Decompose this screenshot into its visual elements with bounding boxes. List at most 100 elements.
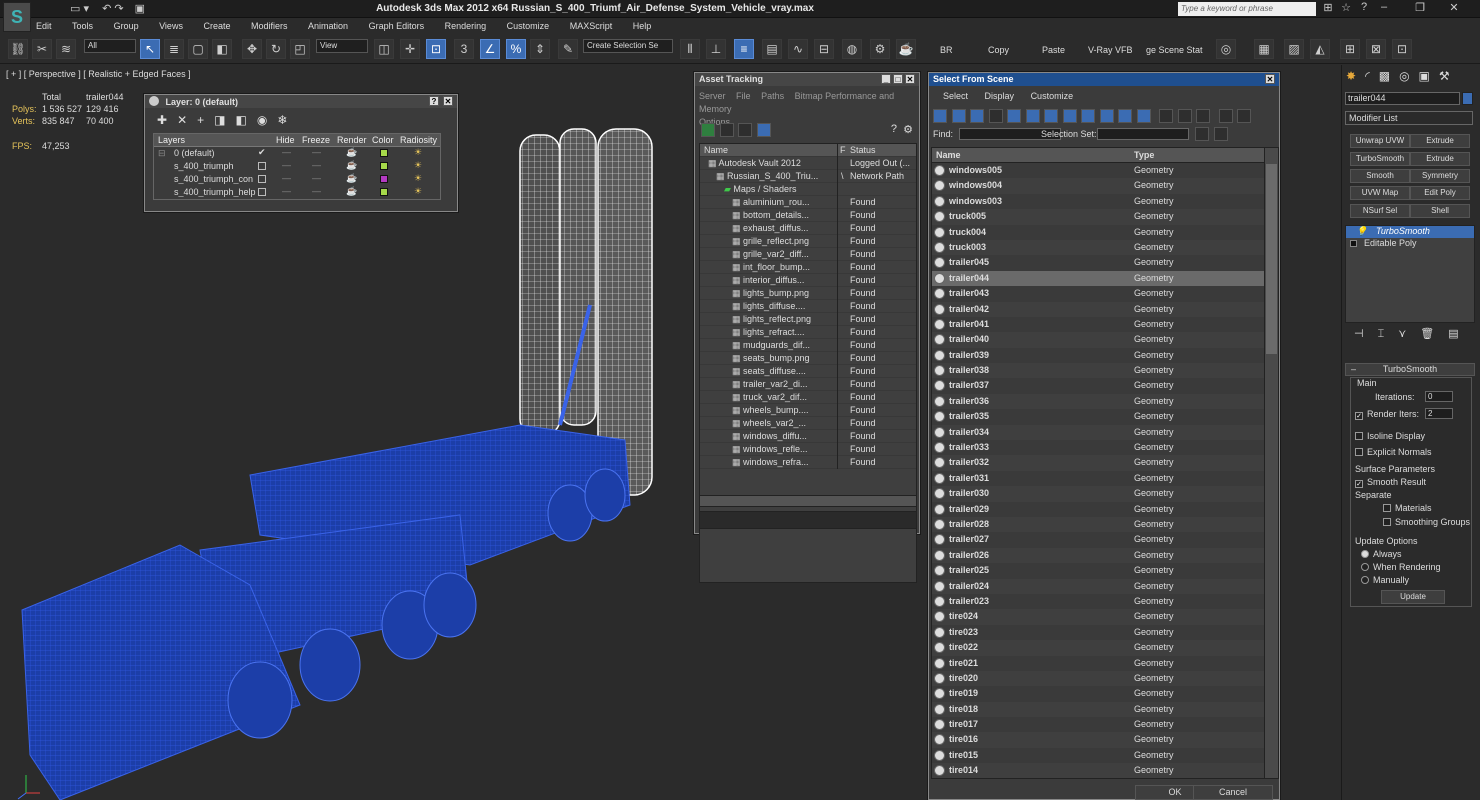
layer-window-titlebar[interactable]: Layer: 0 (default) ? ✕ bbox=[145, 95, 457, 108]
asset-row[interactable]: ▦ Autodesk Vault 2012 Logged Out (... bbox=[700, 157, 916, 170]
menu-graph-editors[interactable]: Graph Editors bbox=[365, 19, 429, 33]
layer-manager-icon[interactable]: ≡ bbox=[734, 39, 754, 59]
freeze-all-icon[interactable]: ❄ bbox=[277, 113, 297, 127]
scene-row[interactable]: trailer024 Geometry bbox=[932, 578, 1278, 594]
scene-row[interactable]: tire021 Geometry bbox=[932, 656, 1278, 671]
col-name[interactable]: Name bbox=[936, 150, 961, 160]
layer-row[interactable]: s_400_triumph — — ☕ ☀ bbox=[154, 160, 440, 173]
paste-label[interactable]: Paste bbox=[1042, 45, 1065, 55]
select-menu-display[interactable]: Display bbox=[985, 91, 1015, 101]
edit-poly-button[interactable]: Edit Poly bbox=[1410, 186, 1470, 200]
asset-row[interactable]: ▦ mudguards_dif... Found bbox=[700, 339, 916, 352]
asset-settings-icon[interactable]: ⚙ bbox=[903, 123, 913, 136]
materials-row[interactable]: Materials bbox=[1383, 503, 1432, 513]
percent-snap-icon[interactable]: % bbox=[506, 39, 526, 59]
angle-snap-icon[interactable]: ∠ bbox=[480, 39, 500, 59]
filter-frozen-icon[interactable] bbox=[1118, 109, 1133, 123]
thumbnail-icon[interactable] bbox=[738, 123, 753, 137]
scale-icon[interactable]: ◰ bbox=[290, 39, 310, 59]
always-radio[interactable] bbox=[1361, 550, 1369, 558]
br-label[interactable]: BR bbox=[940, 45, 953, 55]
col-hide[interactable]: Hide bbox=[276, 135, 295, 145]
scene-row[interactable]: trailer032 Geometry bbox=[932, 455, 1278, 471]
filter-xrefs-icon[interactable] bbox=[1062, 109, 1077, 123]
manually-row[interactable]: Manually bbox=[1361, 575, 1409, 585]
object-name-field[interactable]: trailer044 bbox=[1345, 92, 1460, 105]
quick-access-toolbar[interactable]: ▭ ▾ ↶ ↷ ▣ bbox=[70, 2, 180, 16]
close-button[interactable]: ✕ bbox=[1446, 1, 1462, 16]
render-iters-checkbox[interactable]: ✓ bbox=[1355, 412, 1363, 420]
scene-row[interactable]: truck005 Geometry bbox=[932, 209, 1278, 225]
hide-toggle[interactable]: — bbox=[282, 160, 291, 170]
scene-row[interactable]: truck003 Geometry bbox=[932, 239, 1278, 256]
configure-modifier-sets-icon[interactable]: ▤ bbox=[1448, 328, 1472, 340]
asset-row[interactable]: ▦ trailer_var2_di... Found bbox=[700, 378, 916, 391]
radiosity-icon[interactable]: ☀ bbox=[414, 173, 422, 184]
filter-helpers-icon[interactable] bbox=[1007, 109, 1022, 123]
help-icon[interactable]: ? bbox=[1356, 1, 1372, 16]
asset-row[interactable]: ▦ int_floor_bump... Found bbox=[700, 261, 916, 274]
scene-row[interactable]: tire015 Geometry bbox=[932, 748, 1278, 763]
col-freeze[interactable]: Freeze bbox=[302, 135, 330, 145]
highlight-layer-icon[interactable]: ◧ bbox=[235, 113, 256, 127]
project-icon[interactable]: ▣ bbox=[135, 3, 145, 15]
asset-row[interactable]: ▦ interior_diffus... Found bbox=[700, 274, 916, 287]
edit-named-selection-icon[interactable]: ✎ bbox=[558, 39, 578, 59]
list-icon[interactable] bbox=[719, 123, 734, 137]
hide-toggle[interactable]: — bbox=[282, 173, 291, 183]
hide-all-icon[interactable]: ◉ bbox=[257, 113, 277, 127]
asset-col-name[interactable]: Name bbox=[700, 144, 838, 157]
freeze-toggle[interactable]: — bbox=[312, 160, 321, 170]
asset-help-icon[interactable]: ? bbox=[891, 123, 897, 135]
create-layer-icon[interactable]: ✚ bbox=[157, 113, 177, 127]
scene-row[interactable]: trailer045 Geometry bbox=[932, 255, 1278, 270]
filter-geometry-icon[interactable] bbox=[933, 109, 947, 123]
scene-row[interactable]: tire018 Geometry bbox=[932, 701, 1278, 718]
asset-col-status[interactable]: Status bbox=[850, 144, 876, 157]
active-layer-checkbox[interactable] bbox=[258, 175, 266, 183]
freeze-toggle[interactable]: — bbox=[312, 173, 321, 183]
scene-row[interactable]: trailer042 Geometry bbox=[932, 301, 1278, 317]
layer-row[interactable]: ⊟ 0 (default) ✔ — — ☕ ☀ bbox=[154, 147, 440, 160]
select-by-name-icon[interactable]: ≣ bbox=[164, 39, 184, 59]
asset-row[interactable]: ▦ truck_var2_dif... Found bbox=[700, 391, 916, 404]
layer-name[interactable]: s_400_triumph_help bbox=[174, 187, 256, 197]
camera-icon[interactable]: ◭ bbox=[1310, 39, 1330, 59]
hierarchy-tab-icon[interactable]: ▩ bbox=[1379, 69, 1399, 83]
render-teapot-icon[interactable]: ☕ bbox=[346, 147, 357, 158]
scene-row[interactable]: trailer030 Geometry bbox=[932, 486, 1278, 502]
named-selection-set-dropdown[interactable]: Create Selection Se bbox=[583, 39, 673, 53]
scene-row[interactable]: trailer039 Geometry bbox=[932, 348, 1278, 363]
menu-modifiers[interactable]: Modifiers bbox=[247, 19, 292, 33]
active-layer-check-icon[interactable]: ✔ bbox=[258, 147, 266, 158]
scene-row[interactable]: tire023 Geometry bbox=[932, 625, 1278, 640]
smoothing-groups-checkbox[interactable] bbox=[1383, 518, 1391, 526]
layer-name[interactable]: s_400_triumph_con bbox=[174, 174, 256, 184]
scene-row[interactable]: trailer044 Geometry bbox=[932, 270, 1278, 287]
layer-close-button[interactable]: ✕ bbox=[443, 96, 453, 106]
radiosity-icon[interactable]: ☀ bbox=[414, 147, 422, 158]
render-teapot-icon[interactable]: ☕ bbox=[346, 160, 357, 171]
iterations-spinner[interactable]: 0 bbox=[1425, 391, 1453, 402]
symmetry-button[interactable]: Symmetry bbox=[1410, 169, 1470, 183]
spinner-snap-icon[interactable]: ⇕ bbox=[530, 39, 550, 59]
menu-animation[interactable]: Animation bbox=[304, 19, 352, 33]
snap-toggle-icon[interactable]: 3 bbox=[454, 39, 474, 59]
selection-set-remove-icon[interactable] bbox=[1213, 127, 1228, 141]
asset-row[interactable]: ▦ windows_refra... Found bbox=[700, 456, 916, 469]
layer-name[interactable]: 0 (default) bbox=[174, 148, 215, 158]
graphite-tools-icon[interactable]: ▤ bbox=[762, 39, 782, 59]
scene-row[interactable]: windows005 Geometry bbox=[932, 163, 1278, 178]
scene-row[interactable]: trailer040 Geometry bbox=[932, 332, 1278, 348]
select-menu-customize[interactable]: Customize bbox=[1031, 91, 1074, 101]
materials-checkbox[interactable] bbox=[1383, 504, 1391, 512]
scene-row[interactable]: trailer034 Geometry bbox=[932, 424, 1278, 441]
layer-help-button[interactable]: ? bbox=[429, 96, 439, 106]
align-icon[interactable]: ⊥ bbox=[706, 39, 726, 59]
asset-row[interactable]: ▰ Maps / Shaders bbox=[700, 183, 916, 196]
frame-icon[interactable]: ▦ bbox=[1254, 39, 1274, 59]
expand-icon[interactable]: ⊟ bbox=[158, 148, 166, 159]
stack-item-editable-poly[interactable]: Editable Poly bbox=[1346, 238, 1474, 250]
minimize-button[interactable]: – bbox=[1376, 1, 1392, 16]
radiosity-icon[interactable]: ☀ bbox=[414, 186, 422, 197]
